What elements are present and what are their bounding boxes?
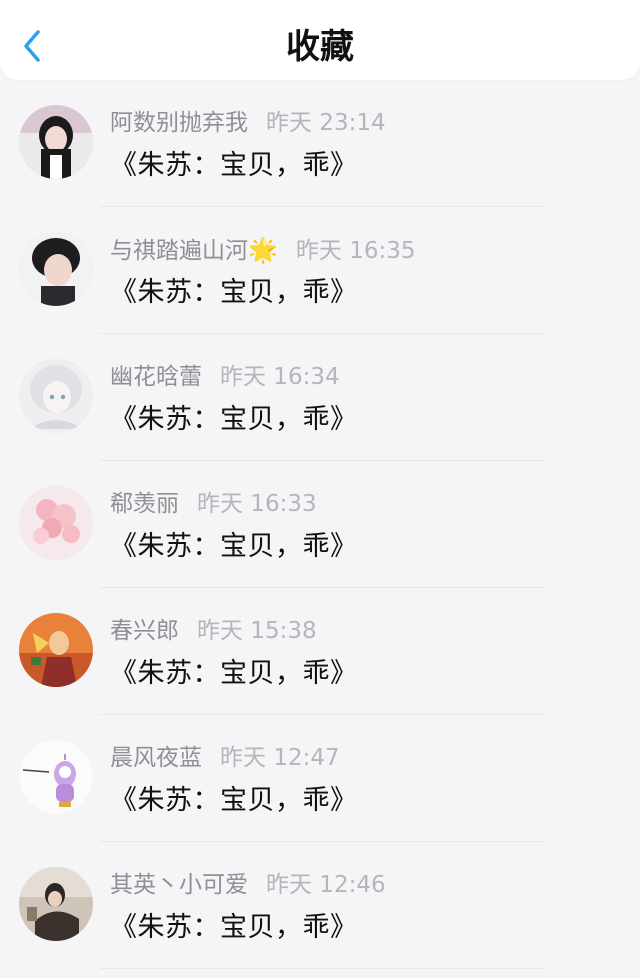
avatar[interactable]	[19, 359, 93, 433]
item-meta: 与祺踏遍山河🌟 昨天 16:35	[110, 233, 415, 267]
favorite-content[interactable]: 《朱苏：宝贝，乖》	[110, 400, 358, 440]
favorites-list: 阿数别抛弃我 昨天 23:14 《朱苏：宝贝，乖》 与祺踏遍山河🌟 昨天 16:35…	[0, 80, 640, 978]
page-title: 收藏	[286, 27, 354, 67]
timestamp: 昨天 15:38	[197, 618, 317, 644]
favorite-item[interactable]: 郗羡丽 昨天 16:33 《朱苏：宝贝，乖》	[0, 461, 640, 588]
avatar[interactable]	[19, 486, 93, 560]
author-name[interactable]: 其英丶小可爱	[110, 872, 248, 898]
app-header: 收藏	[0, 0, 640, 80]
item-meta: 郗羡丽 昨天 16:33	[110, 487, 317, 521]
favorite-content[interactable]: 《朱苏：宝贝，乖》	[110, 527, 358, 567]
avatar[interactable]	[19, 613, 93, 687]
timestamp: 昨天 16:34	[220, 364, 340, 390]
divider	[100, 968, 544, 969]
author-name[interactable]: 春兴郎	[110, 618, 179, 644]
timestamp: 昨天 23:14	[266, 110, 386, 136]
timestamp: 昨天 12:47	[220, 745, 340, 771]
favorite-item[interactable]: 与祺踏遍山河🌟 昨天 16:35 《朱苏：宝贝，乖》	[0, 207, 640, 334]
favorite-content[interactable]: 《朱苏：宝贝，乖》	[110, 781, 358, 821]
author-name[interactable]: 郗羡丽	[110, 491, 179, 517]
favorite-item[interactable]: 幽花晗蕾 昨天 16:34 《朱苏：宝贝，乖》	[0, 334, 640, 461]
favorite-item[interactable]: 其英丶小可爱 昨天 12:46 《朱苏：宝贝，乖》	[0, 842, 640, 969]
glowing-star-emoji: 🌟	[248, 236, 278, 264]
avatar[interactable]	[19, 105, 93, 179]
author-name[interactable]: 晨风夜蓝	[110, 745, 202, 771]
author-name[interactable]: 阿数别抛弃我	[110, 110, 248, 136]
favorite-content[interactable]: 《朱苏：宝贝，乖》	[110, 654, 358, 694]
favorite-item[interactable]: 春兴郎 昨天 15:38 《朱苏：宝贝，乖》	[0, 588, 640, 715]
author-name[interactable]: 幽花晗蕾	[110, 364, 202, 390]
item-meta: 其英丶小可爱 昨天 12:46	[110, 868, 386, 902]
favorite-content[interactable]: 《朱苏：宝贝，乖》	[110, 273, 358, 313]
favorite-item[interactable]: 阿数别抛弃我 昨天 23:14 《朱苏：宝贝，乖》	[0, 80, 640, 207]
timestamp: 昨天 16:35	[295, 238, 416, 264]
avatar[interactable]	[19, 232, 93, 306]
item-meta: 阿数别抛弃我 昨天 23:14	[110, 106, 386, 140]
favorite-item[interactable]: 晨风夜蓝 昨天 12:47 《朱苏：宝贝，乖》	[0, 715, 640, 842]
avatar[interactable]	[19, 867, 93, 941]
favorite-content[interactable]: 《朱苏：宝贝，乖》	[110, 146, 358, 186]
timestamp: 昨天 16:33	[197, 491, 317, 517]
item-meta: 晨风夜蓝 昨天 12:47	[110, 741, 340, 775]
item-meta: 春兴郎 昨天 15:38	[110, 614, 317, 648]
avatar[interactable]	[19, 740, 93, 814]
author-name[interactable]: 与祺踏遍山河	[110, 238, 248, 264]
timestamp: 昨天 12:46	[266, 872, 386, 898]
favorite-content[interactable]: 《朱苏：宝贝，乖》	[110, 908, 358, 948]
item-meta: 幽花晗蕾 昨天 16:34	[110, 360, 340, 394]
